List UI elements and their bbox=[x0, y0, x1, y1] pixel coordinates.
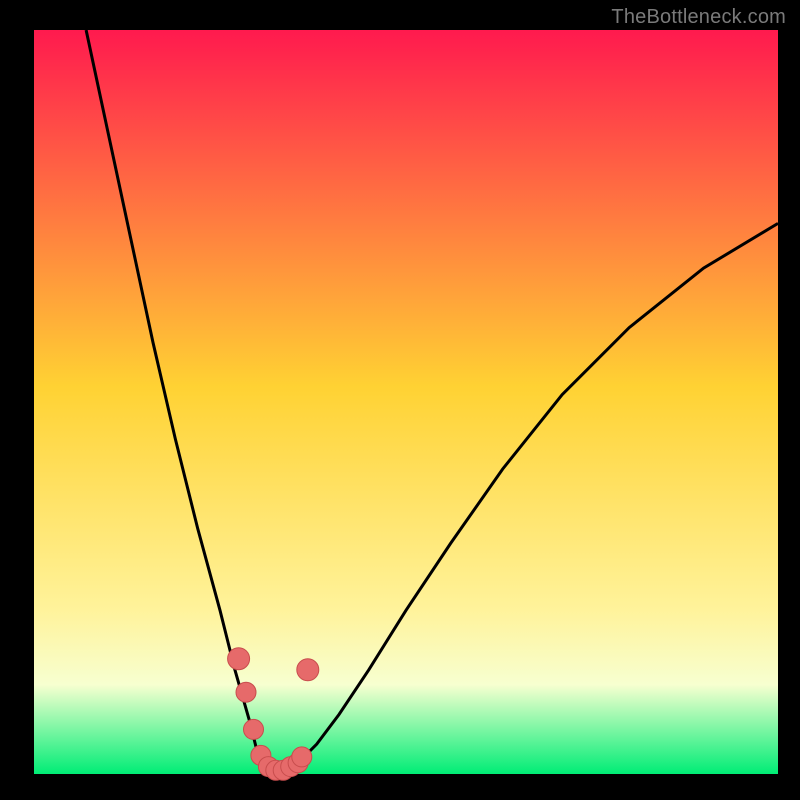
bottleneck-chart bbox=[0, 0, 800, 800]
watermark-text: TheBottleneck.com bbox=[611, 6, 786, 29]
curve-marker bbox=[297, 659, 319, 681]
curve-marker bbox=[236, 682, 256, 702]
plot-background bbox=[34, 30, 778, 774]
curve-marker bbox=[244, 719, 264, 739]
chart-frame: TheBottleneck.com bbox=[0, 0, 800, 800]
curve-marker bbox=[292, 747, 312, 767]
curve-marker bbox=[228, 648, 250, 670]
